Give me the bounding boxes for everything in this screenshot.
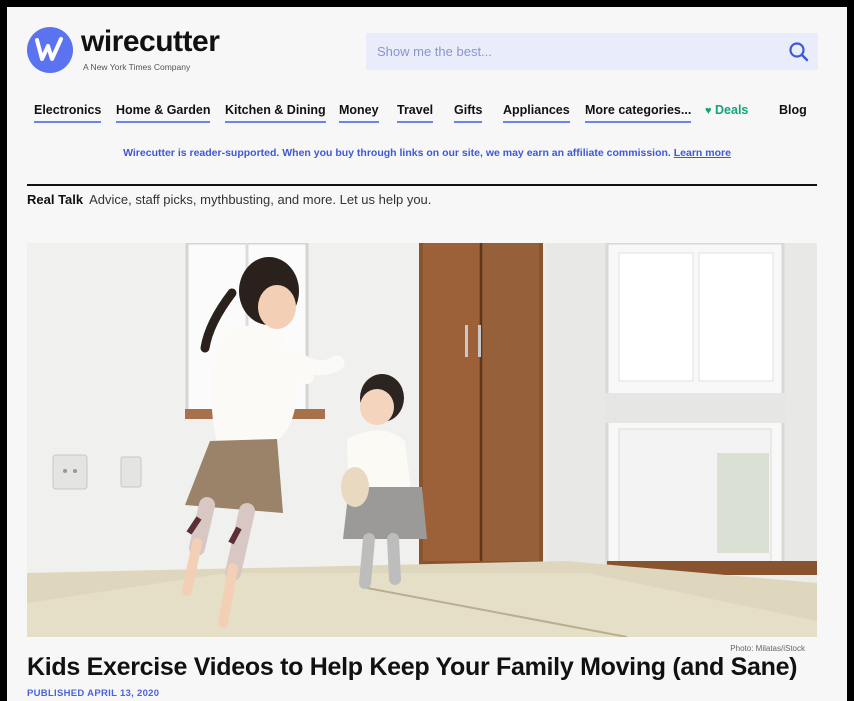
learn-more-link[interactable]: Learn more bbox=[674, 147, 731, 159]
nav-item-travel[interactable]: Travel bbox=[397, 103, 434, 123]
page: wirecutter A New York Times Company Elec… bbox=[7, 7, 847, 701]
hero-image bbox=[27, 243, 817, 637]
section-tagline: Advice, staff picks, mythbusting, and mo… bbox=[89, 192, 432, 207]
site-header: wirecutter A New York Times Company bbox=[7, 7, 847, 82]
article-headline[interactable]: Kids Exercise Videos to Help Keep Your F… bbox=[27, 652, 798, 682]
nav-item-electronics[interactable]: Electronics bbox=[34, 103, 102, 123]
logo-subtitle: A New York Times Company bbox=[83, 62, 191, 72]
nav-item-gifts[interactable]: Gifts bbox=[454, 103, 483, 123]
section-title[interactable]: Real Talk bbox=[27, 192, 83, 207]
nav-item-deals-label: Deals bbox=[715, 103, 749, 117]
nav-item-more-categories[interactable]: More categories... bbox=[585, 103, 692, 123]
search-input[interactable] bbox=[366, 33, 766, 70]
wirecutter-logo-icon[interactable] bbox=[27, 27, 73, 73]
section-divider bbox=[27, 184, 817, 186]
affiliate-text: Wirecutter is reader-supported. When you… bbox=[123, 147, 671, 159]
category-nav: Electronics Home & Garden Kitchen & Dini… bbox=[7, 103, 847, 127]
search-bar bbox=[366, 33, 818, 70]
nav-item-appliances[interactable]: Appliances bbox=[503, 103, 570, 123]
nav-item-home-garden[interactable]: Home & Garden bbox=[116, 103, 211, 123]
nav-item-kitchen-dining[interactable]: Kitchen & Dining bbox=[225, 103, 326, 123]
nav-item-deals[interactable]: ♥ Deals bbox=[705, 103, 748, 122]
publish-date: PUBLISHED APRIL 13, 2020 bbox=[27, 688, 160, 699]
nav-item-blog[interactable]: Blog bbox=[779, 103, 807, 121]
affiliate-disclosure: Wirecutter is reader-supported. When you… bbox=[7, 146, 847, 160]
search-icon[interactable] bbox=[786, 39, 812, 65]
section-header: Real Talk Advice, staff picks, mythbustin… bbox=[27, 192, 431, 208]
nav-item-money[interactable]: Money bbox=[339, 103, 379, 123]
logo-wordmark[interactable]: wirecutter bbox=[81, 27, 220, 57]
heart-icon: ♥ bbox=[705, 105, 712, 117]
